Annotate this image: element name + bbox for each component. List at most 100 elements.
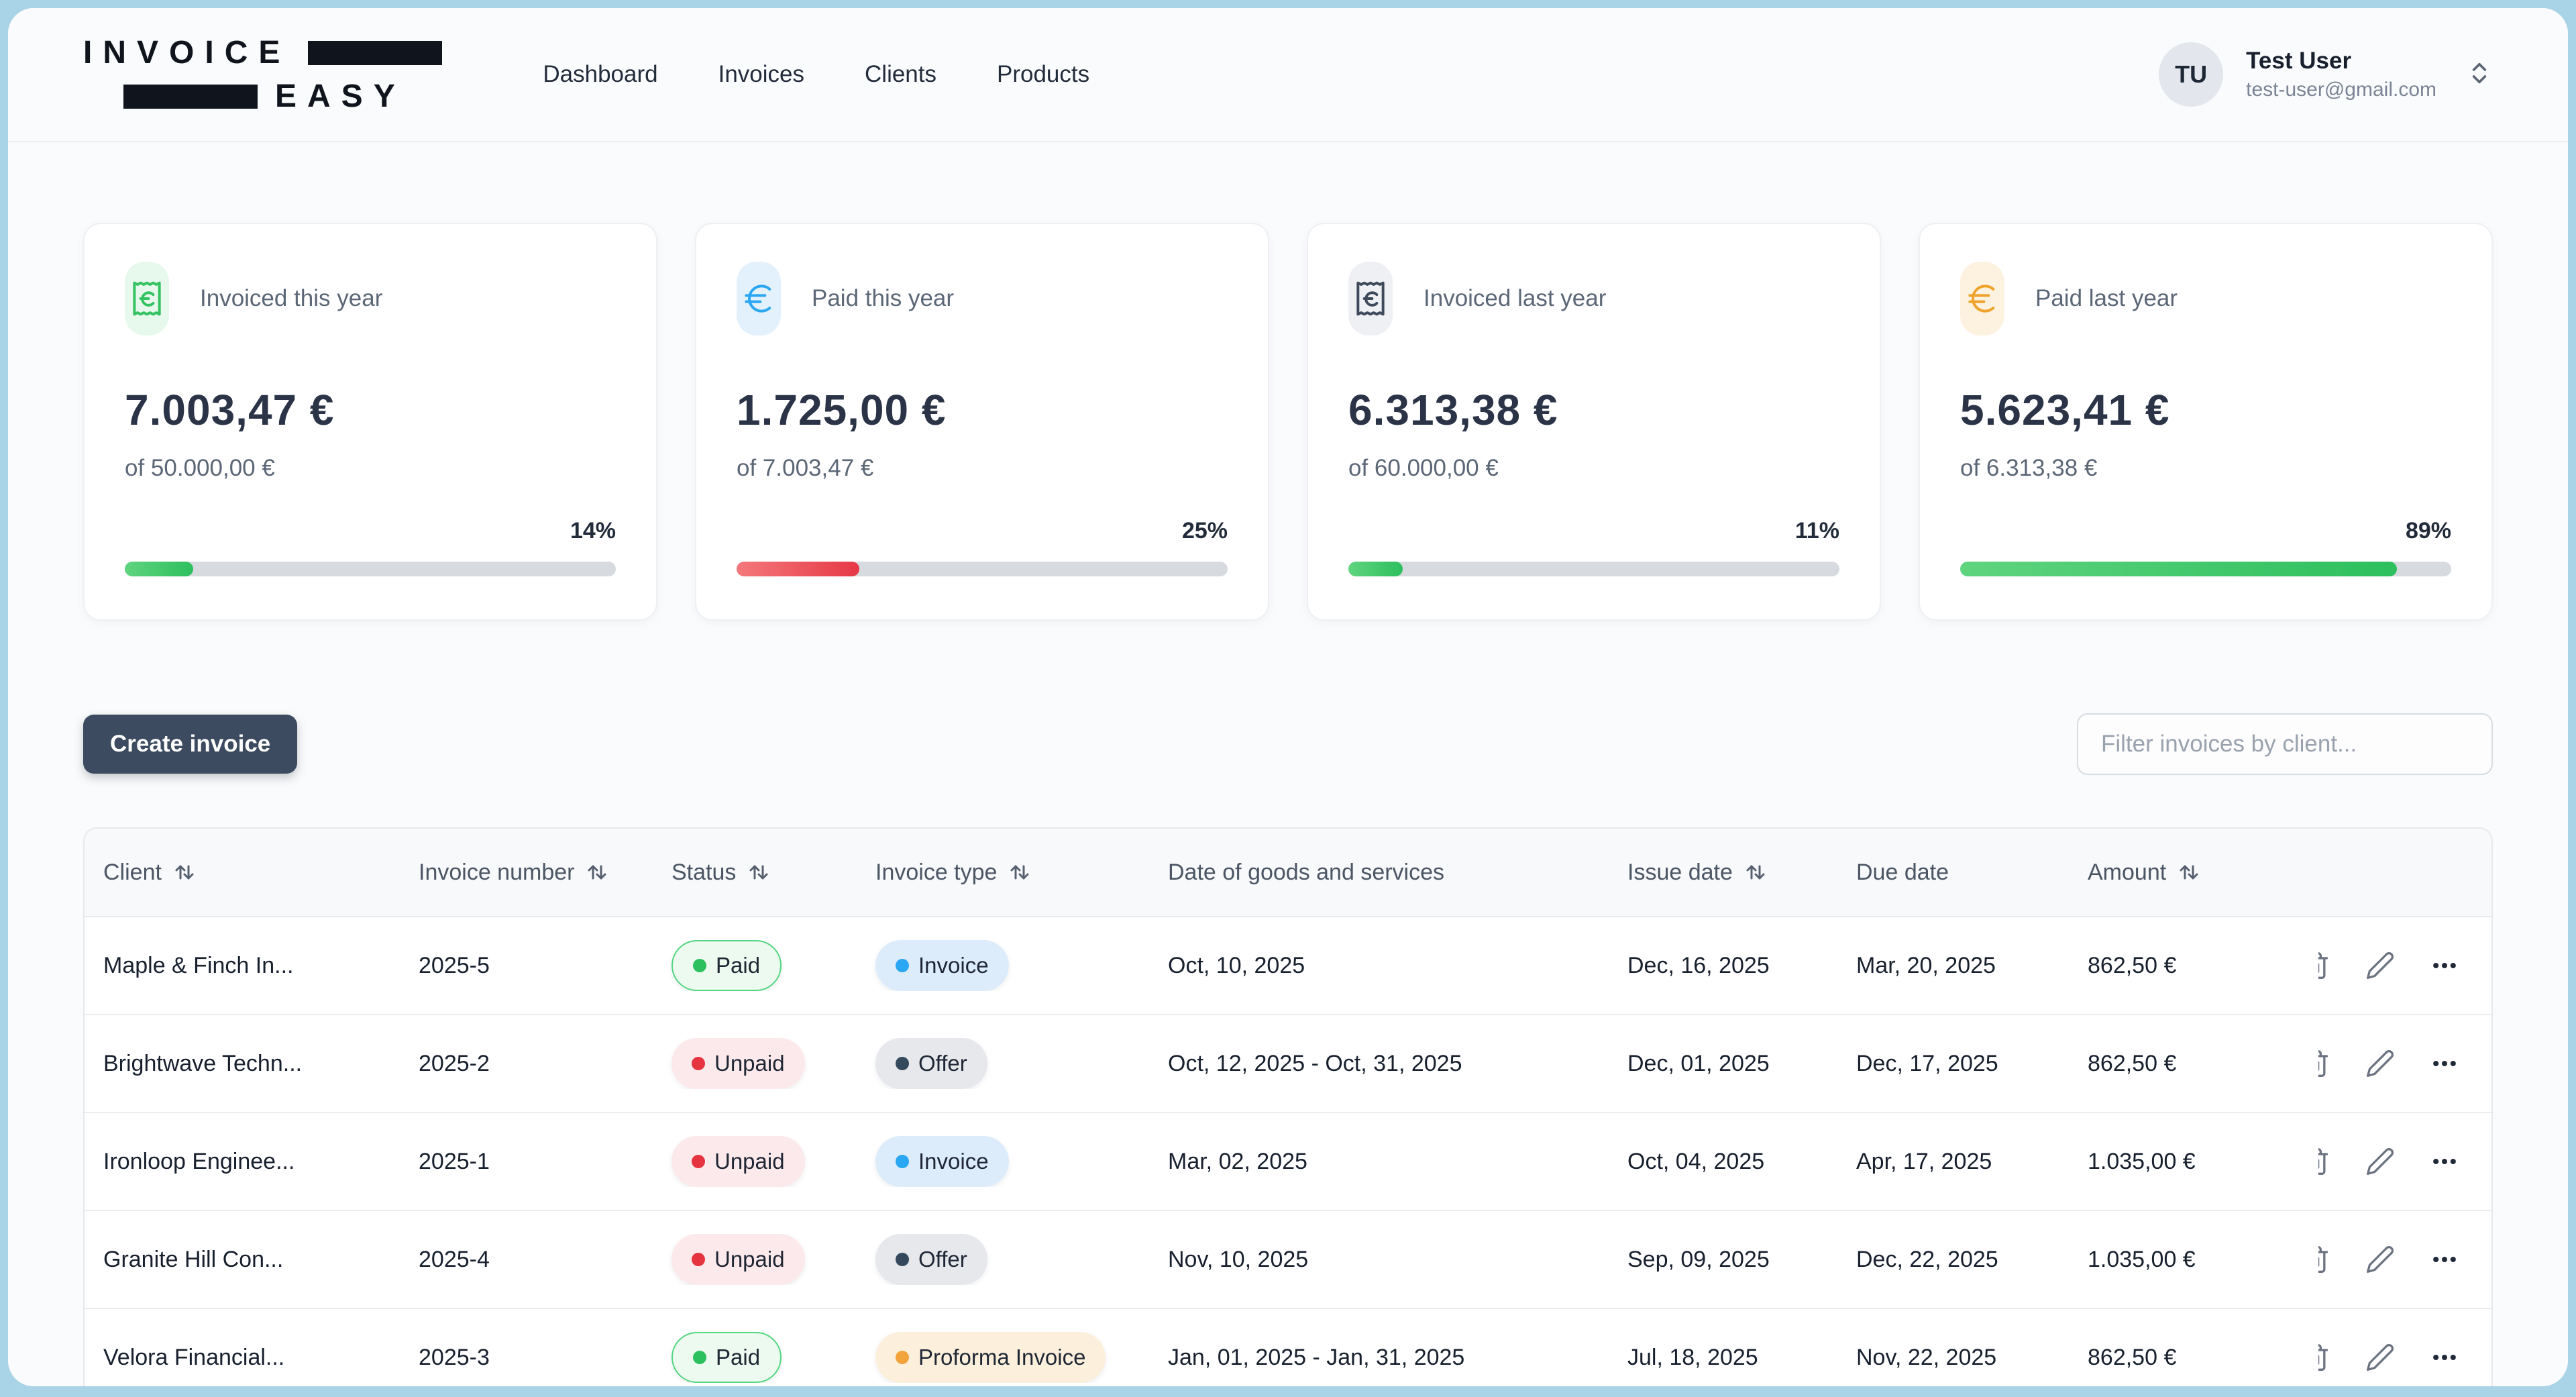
stat-card-paid-this-year: Paid this year 1.725,00 € of 7.003,47 € … [695,223,1269,621]
column-label: Date of goods and services [1168,860,1444,886]
column-header-invoice-type[interactable]: Invoice type [857,860,1149,886]
edit-invoice-button[interactable] [2365,1049,2395,1078]
stat-label: Paid this year [812,285,954,312]
logo-bar-bottom [123,85,258,109]
more-actions-button[interactable] [2430,951,2459,980]
progress-track [1348,562,1839,576]
edit-invoice-button[interactable] [2365,1245,2395,1274]
status-badge: Unpaid [672,1136,805,1187]
table-row: Granite Hill Con... 2025-4 Unpaid Offer … [85,1211,2491,1309]
more-actions-button[interactable] [2430,1049,2459,1078]
column-label: Status [672,860,736,886]
delete-invoice-button[interactable] [2318,951,2330,980]
stat-target: of 7.003,47 € [737,455,1228,482]
stat-value: 7.003,47 € [125,385,616,435]
progress-fill [1960,562,2397,576]
filter-invoices-input[interactable] [2077,713,2493,775]
cell-goods-date: Oct, 12, 2025 - Oct, 31, 2025 [1149,1051,1609,1077]
type-badge: Proforma Invoice [875,1332,1106,1383]
more-actions-button[interactable] [2430,1147,2459,1176]
table-row: Ironloop Enginee... 2025-1 Unpaid Invoic… [85,1113,2491,1211]
column-header-goods-date: Date of goods and services [1149,860,1609,886]
stat-percent: 14% [125,518,616,544]
progress-fill [1348,562,1403,576]
stat-value: 5.623,41 € [1960,385,2451,435]
nav-products[interactable]: Products [997,61,1089,88]
table-row: Maple & Finch In... 2025-5 Paid Invoice … [85,917,2491,1015]
cell-issue-date: Oct, 04, 2025 [1609,1149,1837,1175]
table-row: Brightwave Techn... 2025-2 Unpaid Offer … [85,1015,2491,1113]
cell-invoice-number: 2025-5 [400,953,653,979]
type-badge: Invoice [875,1136,1009,1187]
more-actions-button[interactable] [2430,1343,2459,1372]
stat-target: of 60.000,00 € [1348,455,1839,482]
nav-dashboard[interactable]: Dashboard [543,61,657,88]
logo-bar-top [308,41,442,65]
column-label: Invoice number [419,860,574,886]
create-invoice-button[interactable]: Create invoice [83,715,297,774]
stat-value: 6.313,38 € [1348,385,1839,435]
table-row: Velora Financial... 2025-3 Paid Proforma… [85,1309,2491,1386]
invoices-table: Client Invoice number Status Invoice typ… [83,827,2493,1386]
cell-invoice-number: 2025-2 [400,1051,653,1077]
edit-invoice-button[interactable] [2365,1343,2395,1372]
delete-invoice-button[interactable] [2318,1049,2330,1078]
column-header-status[interactable]: Status [653,860,857,886]
type-dot [896,1253,909,1266]
cell-amount: 1.035,00 € [2069,1247,2318,1273]
stat-label: Invoiced last year [1424,285,1606,312]
cell-amount: 862,50 € [2069,953,2318,979]
column-header-invoice-number[interactable]: Invoice number [400,860,653,886]
type-badge: Offer [875,1038,987,1089]
column-label: Amount [2088,860,2166,886]
edit-invoice-button[interactable] [2365,951,2395,980]
avatar: TU [2159,42,2223,107]
main-nav: Dashboard Invoices Clients Products [543,61,1089,88]
cell-goods-date: Jan, 01, 2025 - Jan, 31, 2025 [1149,1345,1609,1371]
column-header-client[interactable]: Client [85,860,400,886]
cell-due-date: Nov, 22, 2025 [1837,1345,2069,1371]
column-label: Client [103,860,162,886]
type-dot [896,1155,909,1168]
nav-invoices[interactable]: Invoices [718,61,804,88]
progress-track [1960,562,2451,576]
status-dot [693,959,706,972]
sort-icon [172,860,197,884]
table-header-row: Client Invoice number Status Invoice typ… [85,829,2491,917]
cell-due-date: Mar, 20, 2025 [1837,953,2069,979]
nav-clients[interactable]: Clients [865,61,936,88]
more-actions-button[interactable] [2430,1245,2459,1274]
cell-due-date: Apr, 17, 2025 [1837,1149,2069,1175]
brand-line2: EASY [275,78,406,115]
progress-fill [125,562,193,576]
stat-target: of 50.000,00 € [125,455,616,482]
delete-invoice-button[interactable] [2318,1147,2330,1176]
cell-invoice-number: 2025-3 [400,1345,653,1371]
status-dot [693,1351,706,1364]
edit-invoice-button[interactable] [2365,1147,2395,1176]
brand-line1: INVOICE [83,34,290,71]
cell-issue-date: Jul, 18, 2025 [1609,1345,1837,1371]
user-name: Test User [2246,48,2436,74]
stat-label: Paid last year [2035,285,2178,312]
user-menu[interactable]: TU Test User test-user@gmail.com [2159,42,2493,107]
cell-client: Velora Financial... [85,1345,400,1371]
cell-goods-date: Nov, 10, 2025 [1149,1247,1609,1273]
delete-invoice-button[interactable] [2318,1343,2330,1372]
column-header-amount[interactable]: Amount [2069,860,2318,886]
cell-due-date: Dec, 22, 2025 [1837,1247,2069,1273]
brand-logo[interactable]: INVOICE EASY [83,34,442,115]
cell-client: Granite Hill Con... [85,1247,400,1273]
main-content: Invoiced this year 7.003,47 € of 50.000,… [8,142,2568,1386]
app-container: INVOICE EASY Dashboard Invoices Clients … [8,8,2568,1386]
cell-issue-date: Dec, 16, 2025 [1609,953,1837,979]
progress-track [737,562,1228,576]
top-navigation-bar: INVOICE EASY Dashboard Invoices Clients … [8,8,2568,142]
delete-invoice-button[interactable] [2318,1245,2330,1274]
status-dot [692,1057,705,1070]
cell-invoice-number: 2025-4 [400,1247,653,1273]
cell-due-date: Dec, 17, 2025 [1837,1051,2069,1077]
user-email: test-user@gmail.com [2246,79,2436,101]
stat-card-paid-last-year: Paid last year 5.623,41 € of 6.313,38 € … [1919,223,2493,621]
column-header-issue-date[interactable]: Issue date [1609,860,1837,886]
